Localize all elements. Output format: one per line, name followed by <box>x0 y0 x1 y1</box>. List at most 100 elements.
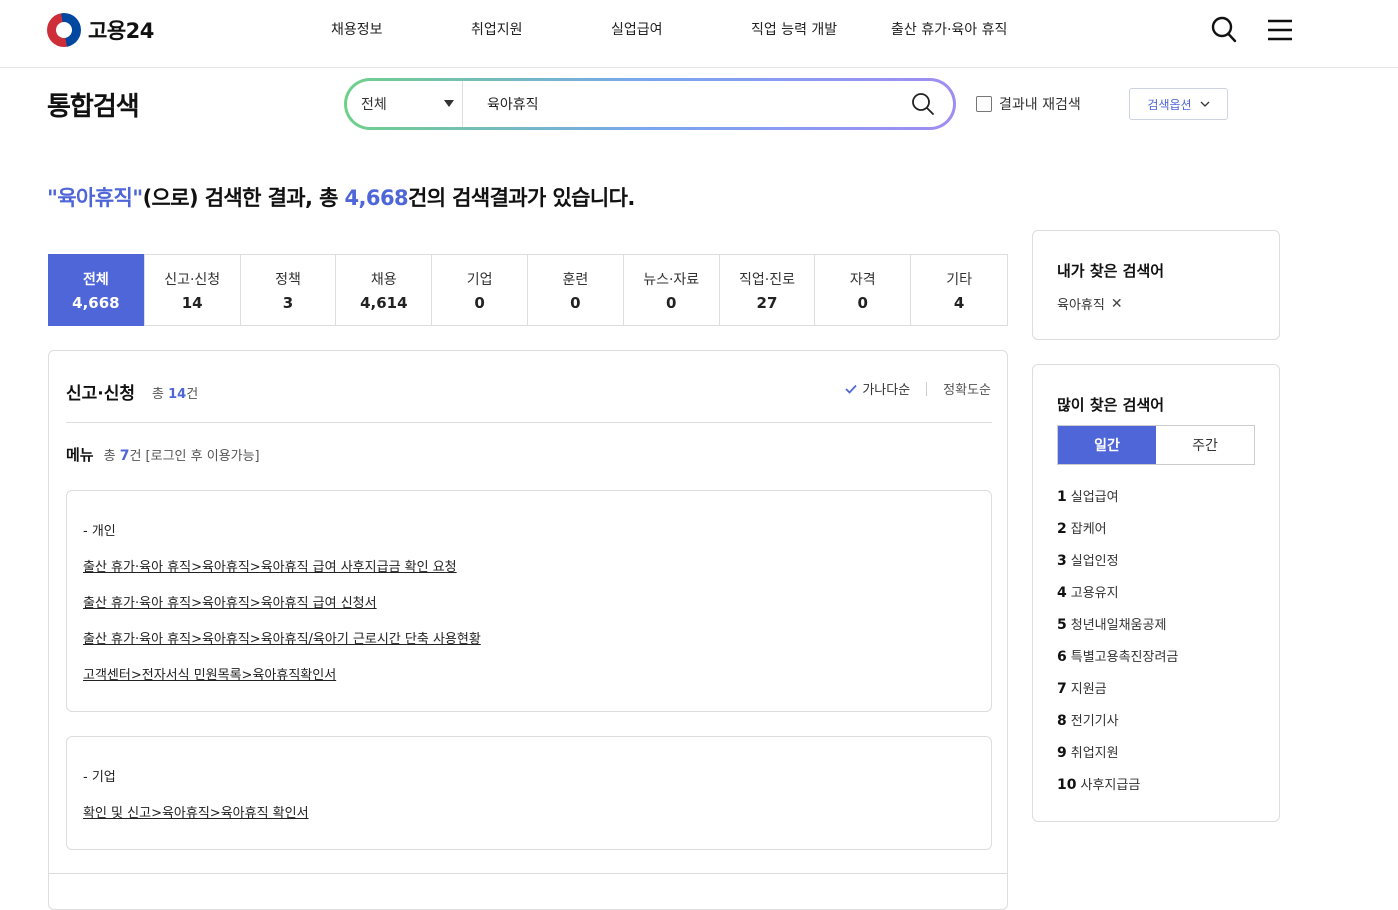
tab-count: 0 <box>474 293 485 312</box>
divider <box>49 873 1007 874</box>
tab-label: 뉴스·자료 <box>643 271 700 288</box>
result-link[interactable]: 출산 휴가·육아 휴직>육아휴직>육아휴직 급여 신청서 <box>83 592 377 611</box>
result-summary: "육아휴직"(으로) 검색한 결과, 총 4,668건의 검색결과가 있습니다. <box>47 182 635 212</box>
divider <box>926 381 928 396</box>
summary-query: "육아휴직" <box>47 186 143 210</box>
tab-count: 0 <box>570 293 581 312</box>
tab-count: 4 <box>953 293 965 312</box>
tab-label: 훈련 <box>562 271 589 288</box>
tab-other[interactable]: 기타 4 <box>911 255 1007 325</box>
search-options-label: 검색옵션 <box>1147 97 1192 112</box>
logo-text: 고용24 <box>88 19 154 43</box>
nav-item-maternity-parental-leave[interactable]: 출산 휴가·육아 휴직 <box>891 19 1007 39</box>
tab-label: 정책 <box>275 271 301 288</box>
tab-count: 14 <box>181 293 203 312</box>
popular-keyword-item[interactable]: 7 지원금 <box>1057 678 1107 697</box>
popular-keywords-title: 많이 찾은 검색어 <box>1057 396 1165 414</box>
nav-item-skills-development[interactable]: 직업 능력 개발 <box>751 19 837 39</box>
sort-accuracy[interactable]: 정확도순 <box>943 379 991 398</box>
result-link[interactable]: 고객센터>전자서식 민원목록>육아휴직확인서 <box>83 664 336 683</box>
tab-label: 기업 <box>466 271 493 288</box>
summary-prefix: (으로) 검색한 결과, 총 <box>142 186 345 210</box>
tab-label: 자격 <box>849 271 876 288</box>
taegeuk-logo-icon <box>47 13 81 47</box>
keyword-chip[interactable]: 육아휴직 ✕ <box>1057 294 1123 314</box>
caret-down-icon <box>444 100 454 107</box>
popular-keyword-item[interactable]: 10 사후지급금 <box>1057 774 1140 793</box>
tab-job-career[interactable]: 직업·진로 27 <box>720 255 816 325</box>
section-count: 총 14건 <box>152 387 199 402</box>
tab-label: 채용 <box>370 271 397 288</box>
search-scope-select[interactable]: 전체 <box>361 81 463 127</box>
re-search-checkbox[interactable]: 결과내 재검색 <box>976 94 1081 114</box>
my-keywords-title: 내가 찾은 검색어 <box>1057 262 1165 280</box>
re-search-label: 결과내 재검색 <box>999 97 1081 113</box>
category-tabs: 전체 4,668 신고·신청 14 정책 3 채용 4,614 기업 0 훈련 0 뉴스·자… <box>48 254 1008 326</box>
popular-keyword-item[interactable]: 3 실업인정 <box>1057 550 1119 569</box>
tab-policy[interactable]: 정책 3 <box>241 255 337 325</box>
summary-suffix: 건의 검색결과가 있습니다. <box>407 186 635 210</box>
tab-count: 0 <box>665 293 677 312</box>
search-input[interactable] <box>487 91 887 117</box>
popular-keyword-item[interactable]: 4 고용유지 <box>1057 582 1119 601</box>
period-tabs: 일간 주간 <box>1057 425 1255 465</box>
group-label: - 기업 <box>83 770 116 785</box>
tab-certification[interactable]: 자격 0 <box>815 255 912 325</box>
tab-label: 신고·신청 <box>164 271 221 288</box>
result-link[interactable]: 출산 휴가·육아 휴직>육아휴직>육아휴직 급여 사후지급금 확인 요청 <box>83 556 457 575</box>
my-keywords-box: 내가 찾은 검색어 육아휴직 ✕ <box>1032 230 1280 340</box>
popular-keyword-item[interactable]: 9 취업지원 <box>1057 742 1119 761</box>
tab-count: 4,668 <box>72 293 120 312</box>
home-logo[interactable]: 고용24 <box>47 13 154 47</box>
result-group-individual: - 개인 출산 휴가·육아 휴직>육아휴직>육아휴직 급여 사후지급금 확인 요… <box>66 490 992 712</box>
tab-all[interactable]: 전체 4,668 <box>48 254 145 326</box>
results-panel: 신고·신청 총 14건 가나다순 정확도순 메뉴 총 7건 [로그인 후 이용가능… <box>48 350 1008 910</box>
check-icon <box>845 384 857 394</box>
tab-training[interactable]: 훈련 0 <box>528 255 624 325</box>
close-icon[interactable]: ✕ <box>1111 296 1123 312</box>
search-scope-value: 전체 <box>361 97 387 113</box>
divider <box>66 422 992 423</box>
tab-weekly[interactable]: 주간 <box>1156 426 1254 464</box>
tab-count: 0 <box>857 293 868 312</box>
tab-news-materials[interactable]: 뉴스·자료 0 <box>624 255 720 325</box>
menu-icon[interactable] <box>1267 19 1293 45</box>
nav-item-employment-support[interactable]: 취업지원 <box>471 19 523 39</box>
sort-options: 가나다순 정확도순 <box>845 379 991 398</box>
search-icon[interactable] <box>1211 16 1237 48</box>
popular-keyword-item[interactable]: 6 특별고용촉진장려금 <box>1057 646 1178 665</box>
tab-daily[interactable]: 일간 <box>1058 426 1156 464</box>
menu-heading: 메뉴 총 7건 [로그인 후 이용가능] <box>66 446 260 464</box>
nav-item-unemployment-benefits[interactable]: 실업급여 <box>611 19 663 39</box>
popular-keyword-item[interactable]: 2 잡케어 <box>1057 518 1107 537</box>
tab-label: 기타 <box>946 271 972 288</box>
summary-total: 4,668 <box>344 186 409 210</box>
popular-keyword-item[interactable]: 5 청년내일채움공제 <box>1057 614 1166 633</box>
search-options-button[interactable]: 검색옵션 <box>1129 88 1228 120</box>
tab-label: 전체 <box>83 271 109 288</box>
tab-recruitment[interactable]: 채용 4,614 <box>336 255 433 325</box>
tab-count: 27 <box>756 293 778 312</box>
tab-count: 3 <box>282 293 294 312</box>
result-group-company: - 기업 확인 및 신고>육아휴직>육아휴직 확인서 <box>66 736 992 850</box>
search-submit-icon[interactable] <box>911 92 935 120</box>
group-label: - 개인 <box>83 524 116 539</box>
keyword-chip-label: 육아휴직 <box>1057 298 1105 313</box>
chevron-down-icon <box>1200 101 1210 107</box>
tab-reports-applications[interactable]: 신고·신청 14 <box>145 255 241 325</box>
global-header: 고용24 채용정보 취업지원 실업급여 직업 능력 개발 출산 휴가·육아 휴직 <box>0 0 1398 68</box>
tab-label: 직업·진로 <box>738 271 795 288</box>
tab-company[interactable]: 기업 0 <box>432 255 528 325</box>
page-title: 통합검색 <box>47 92 140 122</box>
popular-keywords-box: 많이 찾은 검색어 일간 주간 1 실업급여 2 잡케어 3 실업인정 4 고용유지 5… <box>1032 364 1280 822</box>
result-link[interactable]: 출산 휴가·육아 휴직>육아휴직>육아휴직/육아기 근로시간 단축 사용현황 <box>83 628 481 647</box>
popular-keyword-item[interactable]: 8 전기기사 <box>1057 710 1119 729</box>
search-bar: 전체 <box>344 78 956 130</box>
menu-label: 메뉴 <box>66 446 94 464</box>
sort-alphabetical[interactable]: 가나다순 <box>862 379 910 398</box>
result-link[interactable]: 확인 및 신고>육아휴직>육아휴직 확인서 <box>83 802 309 821</box>
popular-keyword-item[interactable]: 1 실업급여 <box>1057 486 1119 505</box>
section-title: 신고·신청 <box>66 384 136 404</box>
checkbox-icon[interactable] <box>976 96 992 112</box>
nav-item-jobs[interactable]: 채용정보 <box>331 19 383 39</box>
